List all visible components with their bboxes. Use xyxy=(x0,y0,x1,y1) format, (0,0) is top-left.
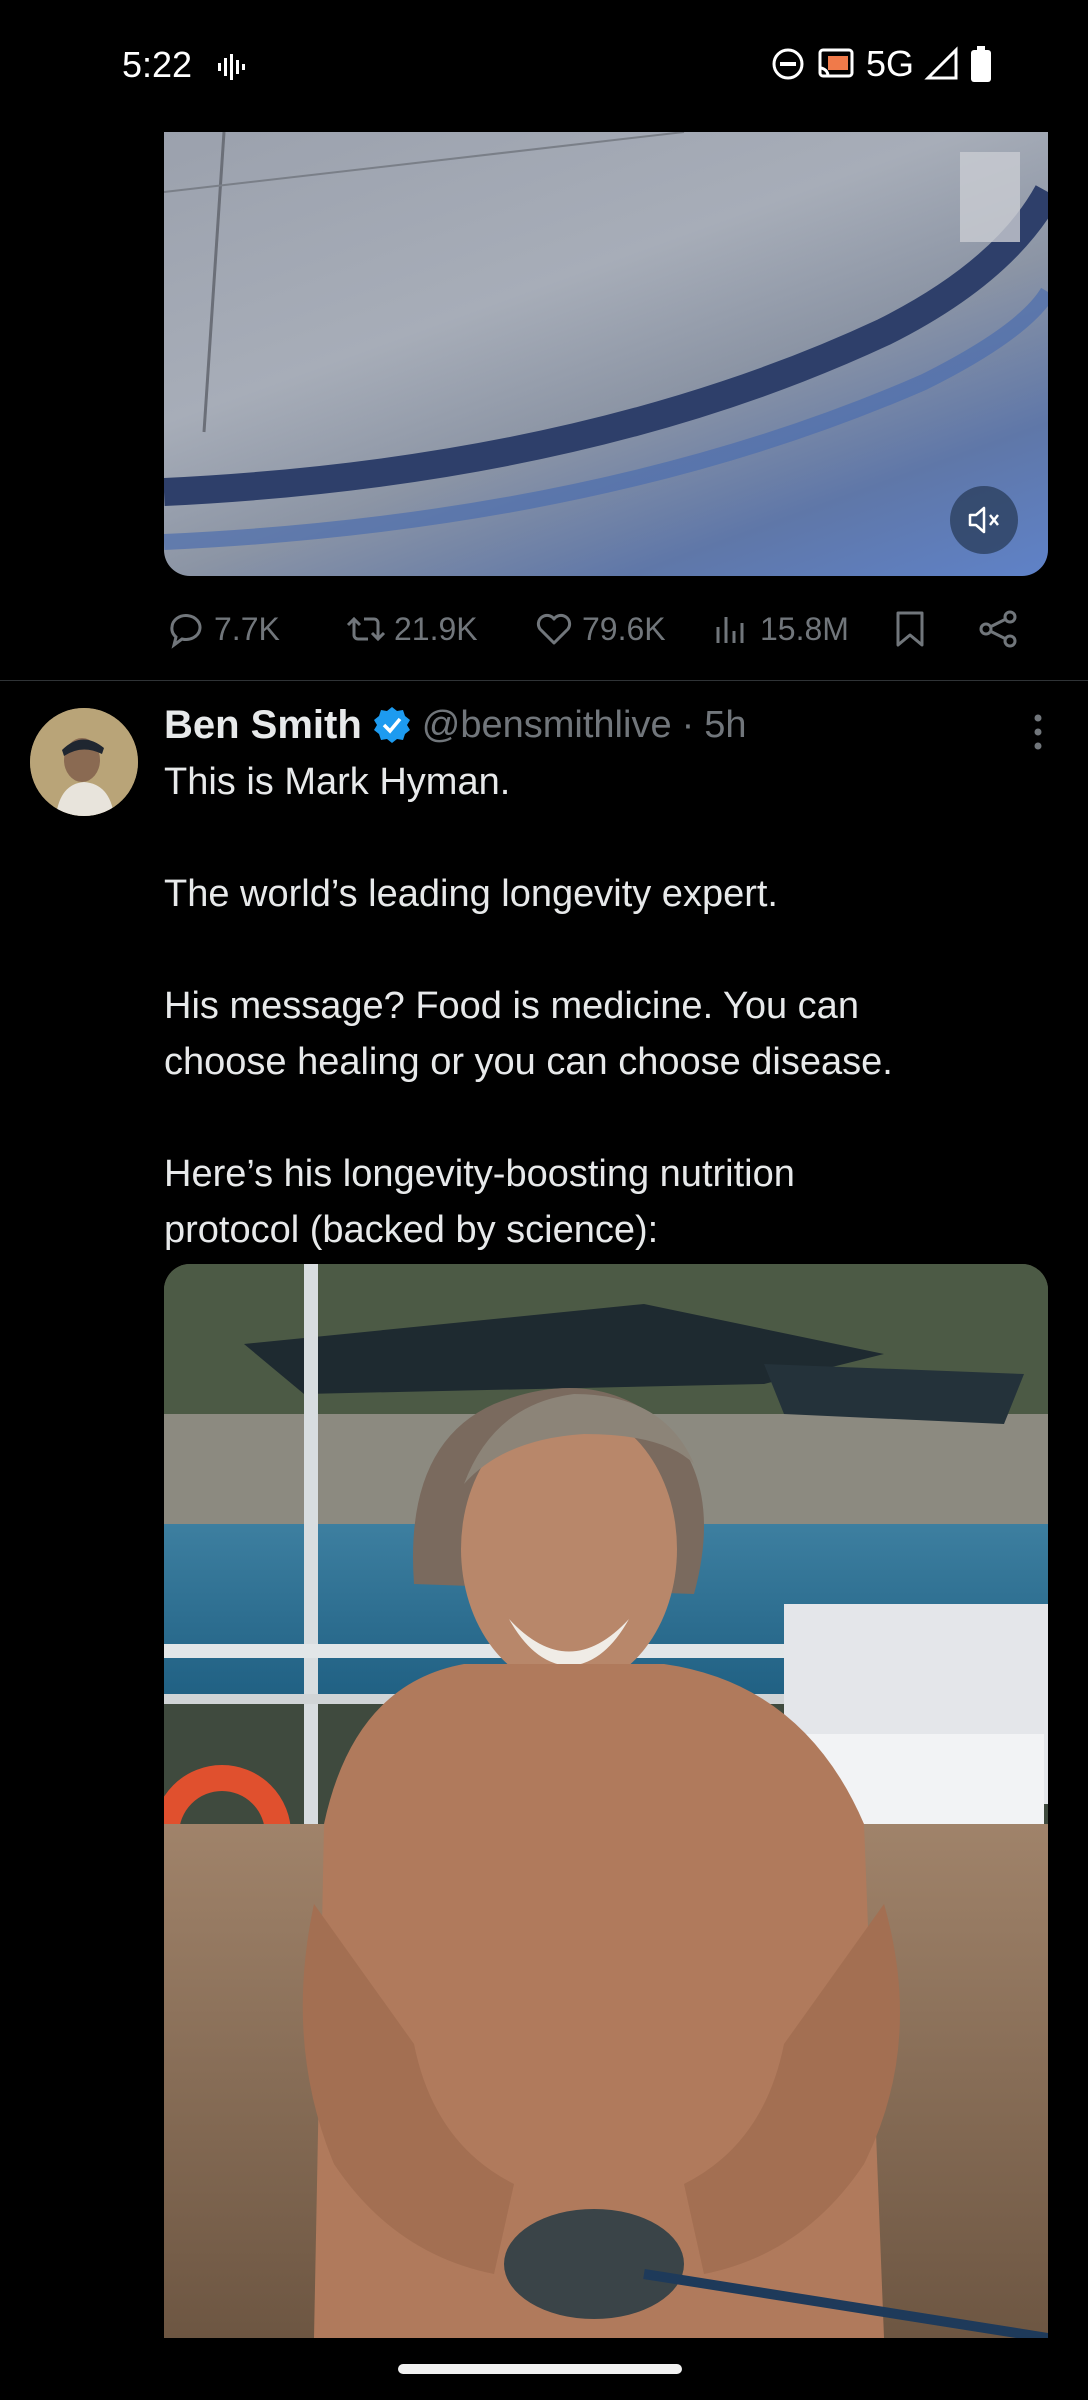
home-indicator[interactable] xyxy=(398,2364,682,2374)
status-bar: 5:22 5G xyxy=(0,0,1088,132)
meta-separator: · xyxy=(681,703,695,746)
voice-wave-icon xyxy=(218,54,245,80)
reply-button[interactable]: 7.7K xyxy=(164,607,280,651)
status-time: 5:22 xyxy=(122,44,193,85)
video-thumbnail[interactable] xyxy=(164,132,1048,576)
share-icon xyxy=(979,610,1017,648)
repost-count: 21.9K xyxy=(394,610,478,647)
tweet-line xyxy=(164,810,1034,866)
verified-badge-icon xyxy=(373,707,410,743)
cast-icon xyxy=(818,48,854,78)
views-count: 15.8M xyxy=(760,610,849,647)
tweet-actions: 7.7K 21.9K 79.6K 15.8M xyxy=(164,598,1048,660)
author-name[interactable]: Ben Smith xyxy=(164,703,362,748)
tweet-header: Ben Smith @bensmithlive · 5h xyxy=(164,700,747,750)
tweet-line: Here’s his longevity-boosting nutrition xyxy=(164,1153,795,1195)
tweet-line: choose healing or you can choose disease… xyxy=(164,1041,893,1083)
mute-button[interactable] xyxy=(950,486,1018,554)
share-button[interactable] xyxy=(976,607,1020,651)
tweet-line: The world’s leading longevity expert. xyxy=(164,873,778,915)
repost-icon xyxy=(346,616,386,642)
avatar-image xyxy=(30,708,138,816)
reply-icon xyxy=(170,614,202,649)
tweet-line xyxy=(164,922,1034,978)
author-handle[interactable]: @bensmithlive xyxy=(422,704,672,747)
do-not-disturb-icon xyxy=(772,48,804,80)
tweet-photo[interactable] xyxy=(164,1264,1048,2338)
views-button[interactable]: 15.8M xyxy=(710,607,849,651)
reply-count: 7.7K xyxy=(214,610,280,647)
like-count: 79.6K xyxy=(582,610,666,647)
like-button[interactable]: 79.6K xyxy=(532,607,666,651)
network-label: 5G xyxy=(865,43,914,84)
bookmark-icon xyxy=(896,611,924,647)
photo-scene xyxy=(164,1264,1048,2338)
tweet-line: This is Mark Hyman. xyxy=(164,761,511,803)
heart-icon xyxy=(536,613,572,645)
views-icon xyxy=(716,617,744,643)
speaker-muted-icon xyxy=(968,506,999,534)
repost-button[interactable]: 21.9K xyxy=(344,607,478,651)
more-options-icon[interactable] xyxy=(1028,712,1048,752)
signal-icon xyxy=(924,46,958,80)
post-divider xyxy=(0,680,1088,681)
video-frame xyxy=(164,132,1048,550)
tweet-line: protocol (backed by science): xyxy=(164,1209,659,1251)
tweet-line xyxy=(164,1090,1034,1146)
avatar[interactable] xyxy=(30,708,138,816)
tweet-line: His message? Food is medicine. You can xyxy=(164,985,859,1027)
tweet-time: 5h xyxy=(704,703,747,746)
tweet-text: This is Mark Hyman. The world’s leading … xyxy=(164,754,1034,1258)
status-icons: 5G xyxy=(770,43,992,84)
battery-icon xyxy=(971,46,991,82)
bookmark-button[interactable] xyxy=(888,607,932,651)
